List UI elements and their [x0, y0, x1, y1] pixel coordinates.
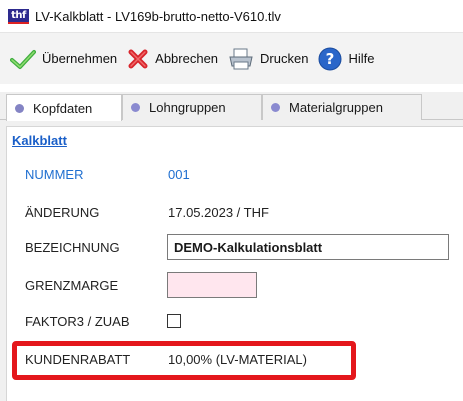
tab-materialgruppen[interactable]: Materialgruppen [262, 94, 422, 120]
app-logo-icon: thf [8, 8, 29, 24]
hilfe-button[interactable]: ? Hilfe [318, 47, 374, 71]
faktor3-checkbox[interactable] [167, 314, 181, 328]
grenzmarge-label: GRENZMARGE [25, 278, 119, 293]
checkmark-icon [10, 49, 36, 69]
nummer-value: 001 [168, 167, 190, 182]
tab-bullet-icon [271, 103, 280, 112]
tab-kopfdaten[interactable]: Kopfdaten [6, 94, 122, 121]
highlight-box [12, 341, 356, 380]
nummer-label: NUMMER [25, 167, 84, 182]
tab-lohngruppen-label: Lohngruppen [149, 100, 226, 115]
tab-materialgruppen-label: Materialgruppen [289, 100, 383, 115]
tab-lohngruppen[interactable]: Lohngruppen [122, 94, 262, 120]
abbrechen-label: Abbrechen [155, 51, 219, 66]
abbrechen-button[interactable]: Abbrechen [127, 48, 218, 70]
faktor3-label: FAKTOR3 / ZUAB [25, 314, 130, 329]
tab-strip: Kopfdaten Lohngruppen Materialgruppen [0, 92, 463, 121]
uebernehmen-button[interactable]: Übernehmen [10, 48, 117, 70]
bezeichnung-input[interactable]: DEMO-Kalkulationsblatt [167, 234, 449, 260]
drucken-label: Drucken [260, 51, 309, 66]
tab-kopfdaten-label: Kopfdaten [33, 100, 93, 116]
section-title: Kalkblatt [12, 133, 67, 148]
title-bar: thf LV-Kalkblatt - LV169b-brutto-netto-V… [0, 0, 463, 32]
hilfe-label: Hilfe [348, 51, 375, 66]
aenderung-label: ÄNDERUNG [25, 205, 100, 220]
printer-icon [229, 48, 253, 69]
tab-bullet-icon [15, 103, 24, 113]
uebernehmen-label: Übernehmen [42, 51, 118, 66]
aenderung-value: 17.05.2023 / THF [168, 205, 269, 220]
cancel-x-icon [128, 49, 148, 68]
toolbar: Übernehmen Abbrechen Drucken ? Hilfe [0, 32, 463, 84]
drucken-button[interactable]: Drucken [228, 47, 308, 71]
svg-text:?: ? [326, 50, 335, 68]
grenzmarge-input[interactable] [167, 272, 257, 298]
window-title: LV-Kalkblatt - LV169b-brutto-netto-V610.… [35, 8, 281, 24]
tab-bullet-icon [131, 103, 140, 112]
bezeichnung-label: BEZEICHNUNG [25, 240, 120, 255]
help-icon: ? [318, 47, 342, 70]
